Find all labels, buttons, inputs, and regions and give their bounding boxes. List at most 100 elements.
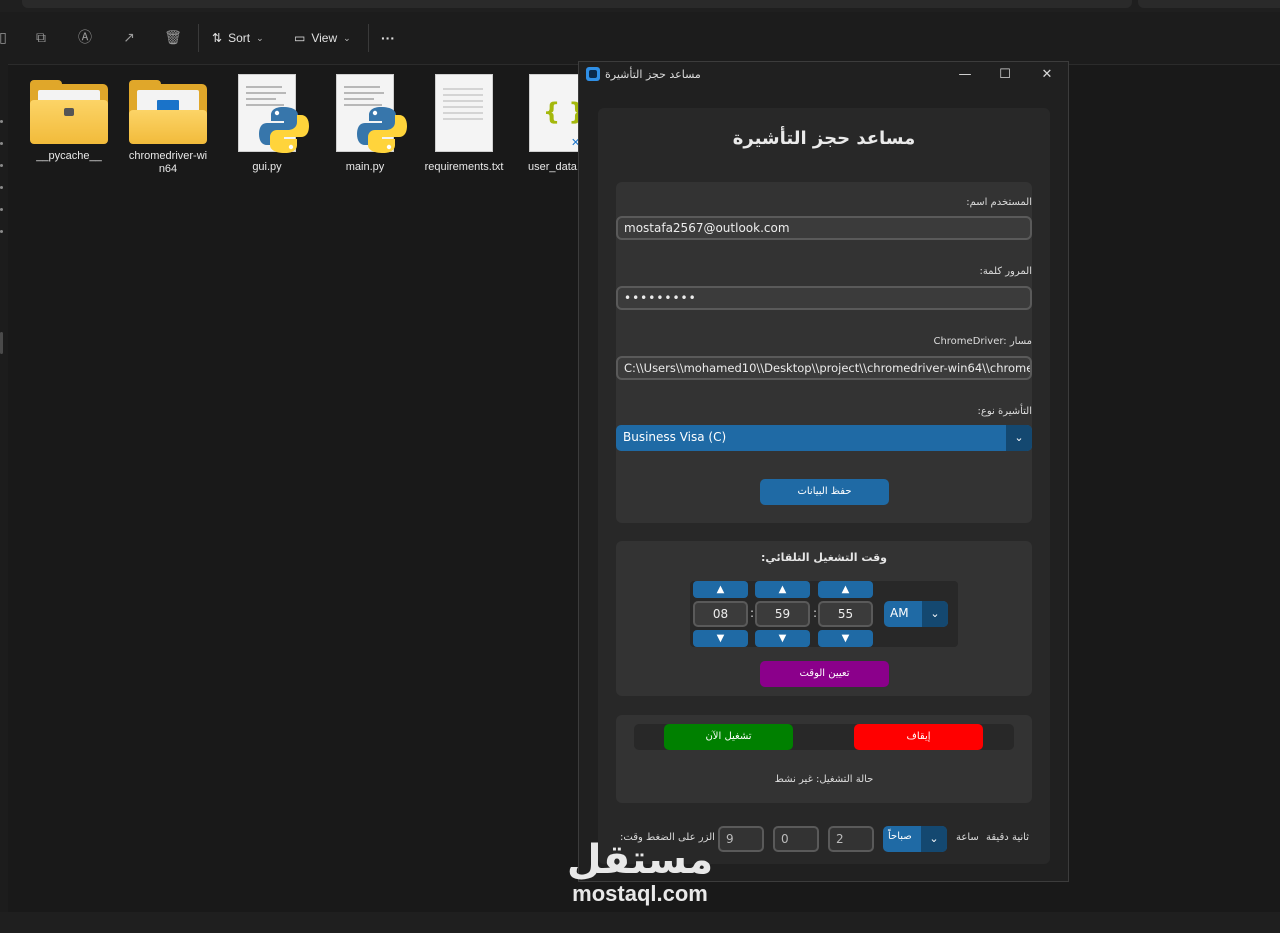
ampm-select[interactable]: AM ⌄: [884, 601, 948, 627]
click-period-select[interactable]: صباحاً ⌄: [883, 826, 947, 852]
view-button[interactable]: ▭ View ⌄: [294, 26, 351, 50]
window-top-strip: [0, 0, 1280, 12]
hour-spinner: ▲ 08 ▼: [693, 581, 748, 647]
python-file-icon: [336, 74, 407, 153]
password-label: :المرور كلمة: [979, 266, 1032, 277]
file-name: requirements.txt: [424, 161, 504, 173]
click-period-value: صباحاً: [888, 831, 912, 842]
rename-icon[interactable]: Ⓐ: [76, 29, 94, 47]
schedule-title: :وقت التشغيل التلقائي: [760, 551, 888, 564]
nav-dot[interactable]: [0, 186, 3, 189]
text-file-icon: [435, 74, 493, 152]
watermark-arabic: مستقل: [566, 837, 714, 883]
save-data-button[interactable]: حفظ البيانات: [760, 479, 889, 505]
nav-dot[interactable]: [0, 142, 3, 145]
minute-input[interactable]: 59: [755, 601, 810, 627]
sort-icon: ⇅: [212, 31, 223, 45]
sort-label: Sort: [228, 31, 251, 45]
credentials-frame: :المستخدم اسم mostafa2567@outlook.com :ا…: [616, 182, 1032, 523]
username-label: :المستخدم اسم: [966, 197, 1032, 208]
click-minute-input[interactable]: 0: [773, 826, 819, 852]
username-input[interactable]: mostafa2567@outlook.com: [616, 216, 1032, 240]
driver-path-label: ChromeDriver: مسار: [933, 336, 1032, 347]
file-item-main-py[interactable]: main.py: [320, 74, 410, 174]
hour-down-button[interactable]: ▼: [693, 630, 748, 647]
app-window: مساعد حجز التأشيرة — ☐ ✕ مساعد حجز التأش…: [578, 61, 1069, 882]
schedule-frame: :وقت التشغيل التلقائي ▲ 08 ▼ : ▲ 59 ▼ : …: [616, 541, 1032, 696]
view-label: View: [311, 31, 338, 45]
file-item-user-data-json[interactable]: { } ✕ user_data.j: [514, 74, 578, 174]
file-name: __pycache__: [36, 150, 102, 162]
python-file-icon: [238, 74, 309, 153]
file-item-gui-py[interactable]: gui.py: [222, 74, 312, 174]
toolbar-divider: [198, 24, 199, 52]
navigation-pane: [0, 64, 8, 912]
copy-icon[interactable]: ⧉: [32, 29, 50, 47]
status-bar: [0, 912, 1280, 933]
folder-icon: [30, 80, 108, 146]
minute-up-button[interactable]: ▲: [755, 581, 810, 598]
start-now-button[interactable]: تشغيل الآن: [664, 724, 793, 750]
time-picker: ▲ 08 ▼ : ▲ 59 ▼ : ▲ 55 ▼ AM ⌄: [690, 581, 958, 647]
second-unit-label: ثانية: [1012, 832, 1029, 843]
run-controls: تشغيل الآن إيقاف: [634, 724, 1014, 750]
click-hour-input[interactable]: 9: [718, 826, 764, 852]
second-up-button[interactable]: ▲: [818, 581, 873, 598]
nav-dot[interactable]: [0, 208, 3, 211]
view-icon: ▭: [294, 31, 306, 45]
chevron-down-icon: ⌄: [256, 32, 264, 43]
second-input[interactable]: 55: [818, 601, 873, 627]
folder-icon: [129, 80, 207, 146]
file-name: gui.py: [252, 161, 282, 173]
window-title: مساعد حجز التأشيرة: [605, 68, 701, 81]
file-item-requirements-txt[interactable]: requirements.txt: [418, 74, 510, 174]
second-spinner: ▲ 55 ▼: [818, 581, 873, 647]
visa-type-value: Business Visa (C): [623, 430, 727, 444]
share-icon[interactable]: ↗: [120, 29, 138, 47]
run-frame: تشغيل الآن إيقاف حالة التشغيل: غير نشط: [616, 715, 1032, 803]
set-time-button[interactable]: تعيين الوقت: [760, 661, 889, 687]
nav-dot[interactable]: [0, 120, 3, 123]
file-name: main.py: [345, 161, 385, 173]
json-file-icon: { } ✕: [529, 74, 578, 152]
window-titlebar[interactable]: مساعد حجز التأشيرة — ☐ ✕: [579, 62, 1068, 88]
delete-icon[interactable]: 🗑: [164, 29, 182, 47]
nav-dot[interactable]: [0, 230, 3, 233]
click-second-input[interactable]: 2: [828, 826, 874, 852]
visa-type-label: :التأشيرة نوع: [977, 406, 1032, 417]
file-item-chromedriver[interactable]: chromedriver-win64: [123, 74, 213, 176]
explorer-toolbar: ▯ ⧉ Ⓐ ↗ 🗑 ⇅ Sort ⌄ ▭ View ⌄ ···: [0, 12, 1280, 65]
password-input[interactable]: •••••••••: [616, 286, 1032, 310]
maximize-button[interactable]: ☐: [985, 64, 1025, 86]
hour-up-button[interactable]: ▲: [693, 581, 748, 598]
second-down-button[interactable]: ▼: [818, 630, 873, 647]
time-separator: :: [813, 606, 818, 620]
visa-type-select[interactable]: Business Visa (C) ⌄: [616, 425, 1032, 451]
minimize-button[interactable]: —: [945, 64, 985, 86]
chevron-down-icon[interactable]: ⌄: [922, 601, 948, 627]
ampm-value: AM: [890, 606, 909, 620]
watermark-latin: mostaql.com: [572, 881, 708, 906]
stop-button[interactable]: إيقاف: [854, 724, 983, 750]
watermark: مستقل mostaql.com: [560, 838, 720, 906]
cut-icon[interactable]: ▯: [0, 29, 12, 47]
more-options-button[interactable]: ···: [381, 26, 395, 50]
run-status: حالة التشغيل: غير نشط: [774, 774, 874, 785]
more-icon: ···: [381, 30, 395, 46]
app-content: مساعد حجز التأشيرة :المستخدم اسم mostafa…: [598, 108, 1050, 864]
address-bar-area[interactable]: [22, 0, 1132, 8]
hour-input[interactable]: 08: [693, 601, 748, 627]
search-area[interactable]: [1138, 0, 1280, 8]
chevron-down-icon[interactable]: ⌄: [921, 826, 947, 852]
close-button[interactable]: ✕: [1027, 64, 1067, 86]
chevron-down-icon[interactable]: ⌄: [1006, 425, 1032, 451]
sort-button[interactable]: ⇅ Sort ⌄: [212, 26, 264, 50]
driver-path-input[interactable]: C:\\Users\\mohamed10\\Desktop\\project\\…: [616, 356, 1032, 380]
chevron-down-icon: ⌄: [343, 32, 351, 43]
file-item-pycache[interactable]: __pycache__: [24, 74, 114, 163]
nav-dot[interactable]: [0, 164, 3, 167]
hour-unit-label: ساعة: [956, 832, 979, 843]
nav-scrollbar[interactable]: [0, 332, 3, 354]
minute-down-button[interactable]: ▼: [755, 630, 810, 647]
app-title: مساعد حجز التأشيرة: [732, 128, 916, 149]
